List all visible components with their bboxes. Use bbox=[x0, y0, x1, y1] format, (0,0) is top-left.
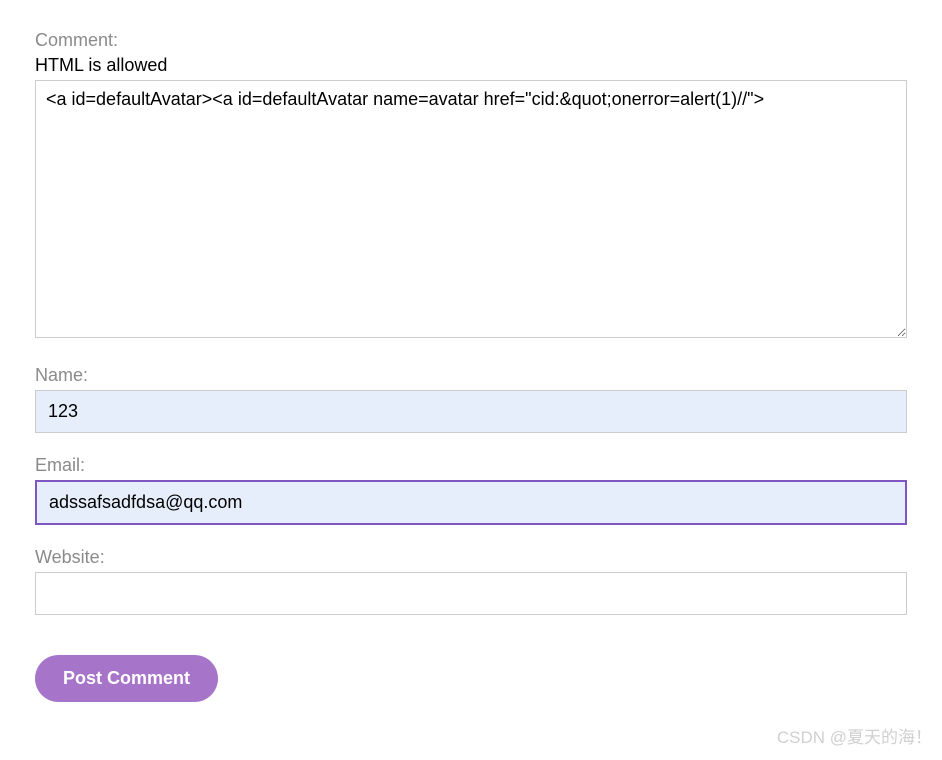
watermark-text: CSDN @夏天的海！ bbox=[777, 723, 932, 748]
email-input[interactable] bbox=[35, 480, 907, 525]
post-comment-button[interactable]: Post Comment bbox=[35, 655, 218, 702]
website-input[interactable] bbox=[35, 572, 907, 615]
name-input[interactable] bbox=[35, 390, 907, 433]
comment-sub-label: HTML is allowed bbox=[35, 55, 907, 76]
name-group: Name: bbox=[35, 365, 907, 433]
name-label: Name: bbox=[35, 365, 907, 386]
email-group: Email: bbox=[35, 455, 907, 525]
comment-textarea[interactable]: <a id=defaultAvatar><a id=defaultAvatar … bbox=[35, 80, 907, 338]
comment-group: Comment: HTML is allowed <a id=defaultAv… bbox=[35, 30, 907, 343]
website-group: Website: bbox=[35, 547, 907, 615]
website-label: Website: bbox=[35, 547, 907, 568]
comment-label: Comment: bbox=[35, 30, 907, 51]
email-label: Email: bbox=[35, 455, 907, 476]
